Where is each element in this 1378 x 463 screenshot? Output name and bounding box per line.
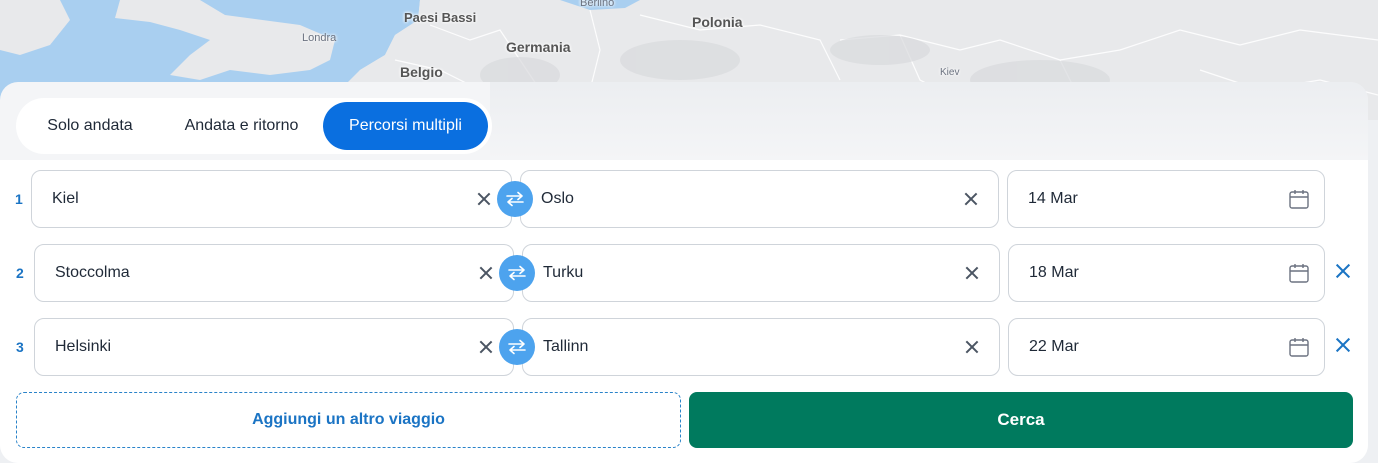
close-icon[interactable] — [473, 188, 495, 210]
card-header-area — [490, 82, 1368, 160]
map-label-kiev: Kiev — [940, 67, 960, 78]
leg-3-destination-field[interactable]: Tallinn — [522, 318, 1000, 376]
map-label-polonia: Polonia — [692, 14, 743, 30]
calendar-icon — [1289, 264, 1309, 283]
map-label-belgio: Belgio — [400, 64, 443, 80]
add-trip-button[interactable]: Aggiungi un altro viaggio — [16, 392, 681, 448]
trip-type-multi-city[interactable]: Percorsi multipli — [323, 102, 488, 150]
leg-1-destination-field[interactable]: Oslo — [520, 170, 999, 228]
leg-3-swap-button[interactable] — [499, 329, 535, 365]
leg-3-origin-field[interactable]: Helsinki — [34, 318, 514, 376]
map-label-germania: Germania — [506, 39, 571, 55]
calendar-icon — [1289, 338, 1309, 357]
remove-leg-icon[interactable] — [1334, 336, 1352, 354]
remove-leg-icon[interactable] — [1334, 262, 1352, 280]
close-icon[interactable] — [475, 336, 497, 358]
leg-1-date-field[interactable]: 14 Mar — [1007, 170, 1325, 228]
leg-3-destination-value: Tallinn — [543, 338, 589, 355]
leg-number: 1 — [15, 191, 23, 207]
leg-3-date-value: 22 Mar — [1029, 338, 1079, 355]
calendar-icon — [1289, 190, 1309, 209]
swap-arrows-icon — [508, 265, 526, 281]
close-icon[interactable] — [475, 262, 497, 284]
leg-2-destination-field[interactable]: Turku — [522, 244, 1000, 302]
leg-1-destination-value: Oslo — [541, 190, 574, 207]
map-label-berlino: Berlino — [580, 0, 615, 9]
leg-2-origin-value: Stoccolma — [55, 264, 130, 281]
leg-1-swap-button[interactable] — [497, 181, 533, 217]
leg-1-origin-value: Kiel — [52, 190, 79, 207]
map-label-londra: Londra — [302, 32, 337, 44]
trip-type-selector: Solo andata Andata e ritorno Percorsi mu… — [16, 98, 492, 154]
leg-2-origin-field[interactable]: Stoccolma — [34, 244, 514, 302]
leg-1-date-value: 14 Mar — [1028, 190, 1078, 207]
close-icon[interactable] — [960, 188, 982, 210]
close-icon[interactable] — [961, 262, 983, 284]
leg-3-origin-value: Helsinki — [55, 338, 112, 355]
leg-2-date-field[interactable]: 18 Mar — [1008, 244, 1325, 302]
trip-type-one-way[interactable]: Solo andata — [20, 102, 160, 150]
swap-arrows-icon — [508, 339, 526, 355]
swap-arrows-icon — [506, 191, 524, 207]
map-label-paesi-bassi: Paesi Bassi — [404, 10, 477, 25]
leg-2-date-value: 18 Mar — [1029, 264, 1079, 281]
leg-number: 3 — [16, 339, 24, 355]
leg-2-swap-button[interactable] — [499, 255, 535, 291]
leg-1-origin-field[interactable]: Kiel — [31, 170, 512, 228]
close-icon[interactable] — [961, 336, 983, 358]
leg-2-destination-value: Turku — [543, 264, 584, 281]
trip-type-round-trip[interactable]: Andata e ritorno — [160, 102, 323, 150]
search-button[interactable]: Cerca — [689, 392, 1353, 448]
leg-3-date-field[interactable]: 22 Mar — [1008, 318, 1325, 376]
leg-number: 2 — [16, 265, 24, 281]
